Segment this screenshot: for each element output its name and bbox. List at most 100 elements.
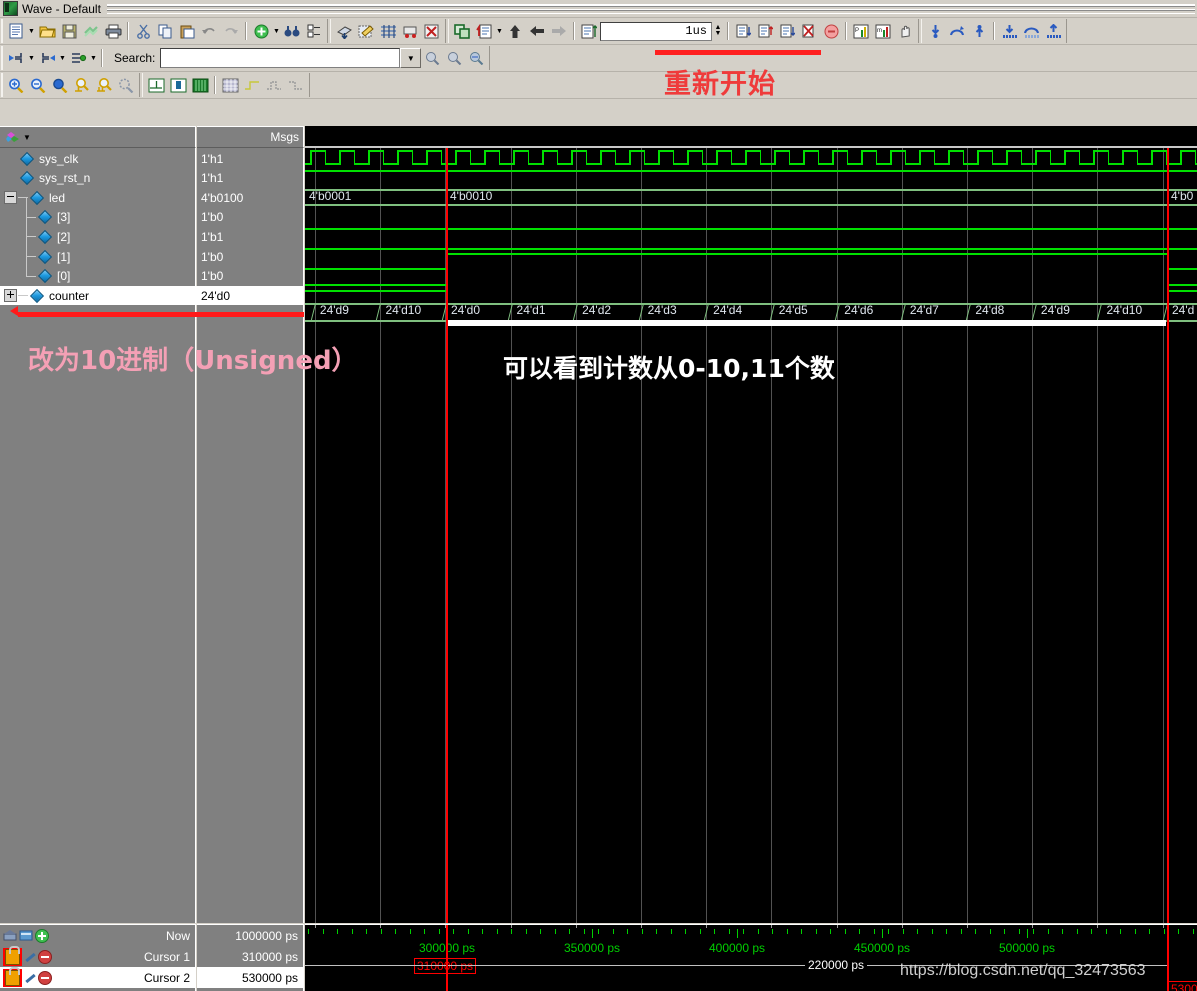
cursor-lock-highlight[interactable] <box>3 945 22 966</box>
search-input[interactable] <box>160 48 401 68</box>
bookmark-arc-icon[interactable] <box>1020 20 1042 42</box>
edge-mode-2-icon[interactable] <box>263 74 285 96</box>
grid-mode-icon[interactable] <box>219 74 241 96</box>
print-icon[interactable] <box>102 20 124 42</box>
search-all-icon[interactable] <box>465 47 487 69</box>
zoom-cursor-icon[interactable] <box>71 74 93 96</box>
insert-cursor-icon[interactable] <box>924 20 946 42</box>
run-length-stepper[interactable]: ▲ ▼ <box>712 22 724 41</box>
open-folder-icon[interactable] <box>36 20 58 42</box>
chevron-down-icon[interactable]: ▼ <box>58 47 67 69</box>
step-forward-icon[interactable] <box>548 20 570 42</box>
name-column-header[interactable]: ▼ <box>0 126 196 148</box>
cut-icon[interactable] <box>132 20 154 42</box>
cursor-2-line[interactable] <box>1167 925 1169 991</box>
step-icon[interactable] <box>732 20 754 42</box>
zoom-last-icon[interactable] <box>115 74 137 96</box>
signal-row-1[interactable]: [1] <box>0 237 196 266</box>
copy-window-icon[interactable] <box>451 20 473 42</box>
delete-cursor-icon[interactable] <box>38 949 52 964</box>
run-length-icon[interactable] <box>578 20 600 42</box>
search-dropdown-icon[interactable]: ▼ <box>400 48 422 68</box>
timeline-pane[interactable]: 300000 ps 350000 ps 400000 ps 450000 ps 5000… <box>305 924 1197 991</box>
signal-row-2[interactable]: [2] <box>0 217 196 246</box>
cursor-2-line[interactable] <box>1167 148 1169 923</box>
signal-row-sys_clk[interactable]: sys_clk <box>0 149 196 168</box>
wrench-icon[interactable] <box>24 972 36 984</box>
delete-cursor-icon[interactable] <box>38 970 52 985</box>
new-document-icon[interactable] <box>5 20 27 42</box>
wave-compare-icon[interactable] <box>377 20 399 42</box>
profile-icon[interactable]: P <box>850 20 872 42</box>
status-row-cursor-2[interactable]: Cursor 2 <box>0 966 195 988</box>
zoom-in-icon[interactable] <box>5 74 27 96</box>
signal-row-3[interactable]: [3] <box>0 197 196 227</box>
run-length-field[interactable]: 1us <box>600 21 712 41</box>
search-next-icon[interactable] <box>443 47 465 69</box>
expand-icon[interactable] <box>4 289 17 303</box>
redo-icon[interactable] <box>220 20 242 42</box>
copy-icon[interactable] <box>154 20 176 42</box>
step-into-icon[interactable] <box>776 20 798 42</box>
wave-mode-3-icon[interactable] <box>189 74 211 96</box>
cursor-2-time-badge[interactable]: 530000 ps <box>1168 981 1197 991</box>
search-input-field[interactable] <box>161 49 400 67</box>
edit-wave-icon[interactable] <box>355 20 377 42</box>
wave-mode-1-icon[interactable] <box>145 74 167 96</box>
edge-mode-1-icon[interactable] <box>241 74 263 96</box>
step-over-icon[interactable] <box>754 20 776 42</box>
zoom-full-icon[interactable] <box>49 74 71 96</box>
now-icons[interactable] <box>3 925 61 946</box>
chevron-down-icon[interactable]: ▼ <box>27 20 36 42</box>
step-back-icon[interactable] <box>526 20 548 42</box>
insert-bookmark-icon[interactable] <box>998 20 1020 42</box>
signal-value-pane[interactable]: 1'h1 1'h1 4'b0100 1'b0 1'b1 1'b0 1'b0 24'd0 <box>197 148 304 923</box>
break-icon[interactable] <box>798 20 820 42</box>
search-prev-icon[interactable] <box>421 47 443 69</box>
wave-mode-2-icon[interactable] <box>167 74 189 96</box>
paste-icon[interactable] <box>176 20 198 42</box>
lock-icon[interactable] <box>5 945 20 965</box>
find-icon[interactable] <box>281 20 303 42</box>
title-grip[interactable] <box>106 3 1195 14</box>
pan-hand-icon[interactable] <box>894 20 916 42</box>
signal-row-sys_rst_n[interactable]: sys_rst_n <box>0 169 196 188</box>
delete-bookmark-icon[interactable] <box>1042 20 1064 42</box>
signal-row-counter[interactable]: counter <box>0 286 197 306</box>
collapse-icon[interactable] <box>4 191 17 205</box>
zoom-range-icon[interactable] <box>93 74 115 96</box>
edge-mode-3-icon[interactable] <box>285 74 307 96</box>
chevron-down-icon[interactable]: ▼ <box>272 20 281 42</box>
reload-icon[interactable] <box>80 20 102 42</box>
insert-wave-icon[interactable] <box>333 20 355 42</box>
signal-row-led[interactable]: led <box>0 188 196 207</box>
add-icon[interactable] <box>250 20 272 42</box>
restart-icon[interactable] <box>473 20 495 42</box>
status-row-cursor-1[interactable]: Cursor 1 <box>0 945 195 967</box>
wave-canvas-pane[interactable]: 4'b0001 4'b0010 4'b0 24'd9 24'd10 24'd0 24'd1 2… <box>305 148 1197 923</box>
signal-name-pane[interactable]: sys_clk sys_rst_n led [3] [2] [1] [0] counter <box>0 148 197 923</box>
cursor-link-icon[interactable] <box>946 20 968 42</box>
run-up-icon[interactable] <box>504 20 526 42</box>
status-row-now[interactable]: Now <box>0 925 195 946</box>
cursor-lock-highlight[interactable] <box>3 966 22 987</box>
run-icon[interactable] <box>399 20 421 42</box>
expand-collapse-icon[interactable] <box>303 20 325 42</box>
memory-icon[interactable]: m <box>872 20 894 42</box>
cursor-locked-icons[interactable] <box>3 945 61 967</box>
cursor-locked-icons[interactable] <box>3 966 61 988</box>
delete-cursor-icon[interactable] <box>968 20 990 42</box>
next-transition-icon[interactable] <box>36 47 58 69</box>
chevron-down-icon[interactable]: ▼ <box>495 20 504 42</box>
chevron-down-icon[interactable]: ▼ <box>27 47 36 69</box>
find-transition-icon[interactable] <box>67 47 89 69</box>
cursor-1-line[interactable] <box>446 925 448 991</box>
save-icon[interactable] <box>58 20 80 42</box>
cursor-1-line[interactable] <box>446 148 448 923</box>
chevron-down-icon[interactable]: ▼ <box>89 47 98 69</box>
prev-transition-icon[interactable] <box>5 47 27 69</box>
zoom-out-icon[interactable] <box>27 74 49 96</box>
value-column-header[interactable]: Msgs <box>197 126 304 148</box>
add-cursor-icon[interactable] <box>35 928 49 943</box>
wrench-icon[interactable] <box>24 951 36 963</box>
